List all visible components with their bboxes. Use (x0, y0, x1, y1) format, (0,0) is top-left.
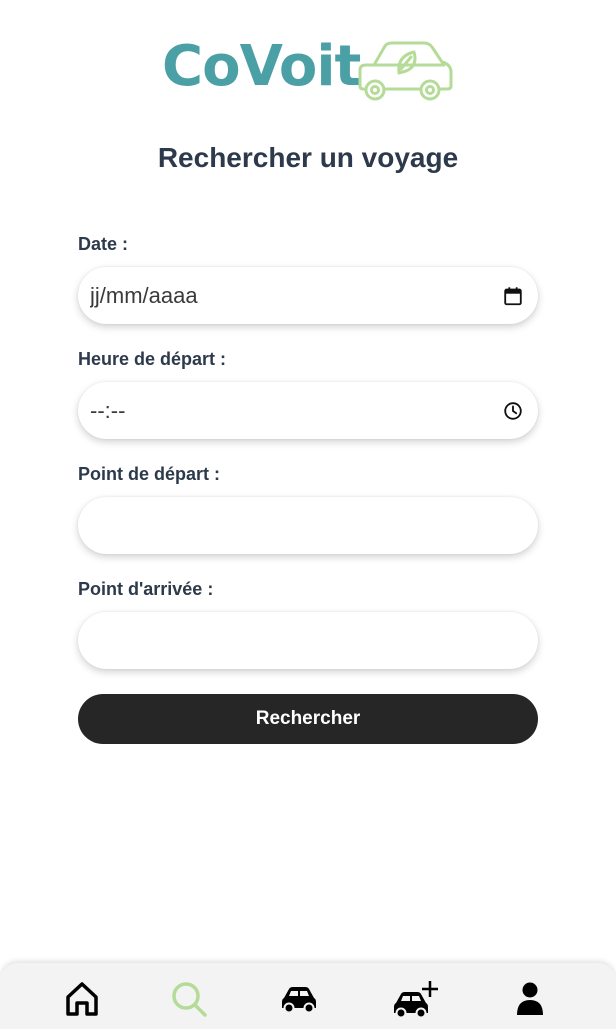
arrival-input[interactable] (78, 612, 538, 669)
date-label: Date : (78, 234, 129, 254)
user-icon[interactable] (515, 981, 545, 1017)
car-icon[interactable] (280, 984, 318, 1014)
bottom-nav (0, 963, 616, 1029)
home-icon[interactable] (63, 980, 101, 1018)
arrival-label: Point d'arrivée : (78, 579, 214, 599)
departure-field[interactable] (78, 497, 538, 554)
search-icon[interactable] (169, 979, 209, 1019)
search-form: Date : Heure de départ : Point de départ… (78, 232, 538, 692)
calendar-icon[interactable] (502, 285, 524, 307)
logo: CoVoit (160, 34, 460, 104)
logo-text: CoVoit (162, 34, 361, 99)
nav-search[interactable] (167, 977, 211, 1021)
departure-label: Point de départ : (78, 464, 221, 484)
time-field[interactable] (78, 382, 538, 439)
departure-input[interactable] (78, 497, 538, 554)
time-label: Heure de départ : (78, 349, 227, 369)
car-leaf-logo-icon (358, 41, 453, 101)
nav-profile[interactable] (508, 977, 552, 1021)
nav-trips[interactable] (277, 977, 321, 1021)
time-input[interactable] (78, 382, 538, 439)
date-field[interactable] (78, 267, 538, 324)
arrival-field[interactable] (78, 612, 538, 669)
search-button[interactable]: Rechercher (78, 694, 538, 744)
page-title: Rechercher un voyage (157, 142, 459, 173)
nav-add-trip[interactable] (392, 977, 442, 1021)
nav-home[interactable] (60, 977, 104, 1021)
clock-icon[interactable] (502, 400, 524, 422)
car-plus-icon[interactable] (392, 979, 442, 1019)
date-input[interactable] (78, 267, 538, 324)
